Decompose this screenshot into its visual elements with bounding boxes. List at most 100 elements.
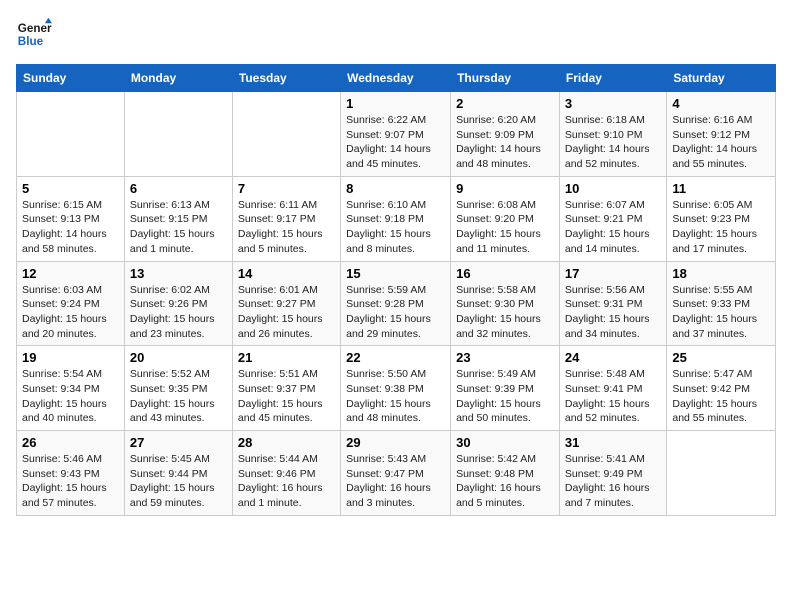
day-number: 18 [672, 266, 770, 281]
logo: General Blue [16, 16, 56, 52]
calendar-cell: 24 Sunrise: 5:48 AMSunset: 9:41 PMDayligh… [559, 346, 666, 431]
day-number: 28 [238, 435, 335, 450]
day-info: Sunrise: 5:49 AMSunset: 9:39 PMDaylight:… [456, 367, 554, 426]
calendar-cell: 23 Sunrise: 5:49 AMSunset: 9:39 PMDayligh… [451, 346, 560, 431]
weekday-friday: Friday [559, 65, 666, 92]
day-info: Sunrise: 5:56 AMSunset: 9:31 PMDaylight:… [565, 283, 661, 342]
day-number: 7 [238, 181, 335, 196]
calendar-table: SundayMondayTuesdayWednesdayThursdayFrid… [16, 64, 776, 516]
day-number: 20 [130, 350, 227, 365]
calendar-cell: 8Sunrise: 6:10 AMSunset: 9:18 PMDaylight… [341, 176, 451, 261]
calendar-cell: 21 Sunrise: 5:51 AMSunset: 9:37 PMDayligh… [232, 346, 340, 431]
calendar-cell: 2Sunrise: 6:20 AMSunset: 9:09 PMDaylight… [451, 92, 560, 177]
day-info: Sunrise: 6:13 AMSunset: 9:15 PMDaylight:… [130, 198, 227, 257]
calendar-cell: 17 Sunrise: 5:56 AMSunset: 9:31 PMDayligh… [559, 261, 666, 346]
day-number: 9 [456, 181, 554, 196]
calendar-cell: 15 Sunrise: 5:59 AMSunset: 9:28 PMDayligh… [341, 261, 451, 346]
day-info: Sunrise: 5:41 AMSunset: 9:49 PMDaylight:… [565, 452, 661, 511]
day-info: Sunrise: 6:11 AMSunset: 9:17 PMDaylight:… [238, 198, 335, 257]
weekday-monday: Monday [124, 65, 232, 92]
page-header: General Blue [16, 16, 776, 52]
calendar-cell [17, 92, 125, 177]
day-number: 13 [130, 266, 227, 281]
day-number: 29 [346, 435, 445, 450]
day-info: Sunrise: 5:43 AMSunset: 9:47 PMDaylight:… [346, 452, 445, 511]
calendar-cell: 18 Sunrise: 5:55 AMSunset: 9:33 PMDayligh… [667, 261, 776, 346]
day-info: Sunrise: 6:08 AMSunset: 9:20 PMDaylight:… [456, 198, 554, 257]
calendar-cell: 30Sunrise: 5:42 AMSunset: 9:48 PMDayligh… [451, 431, 560, 516]
day-info: Sunrise: 6:22 AMSunset: 9:07 PMDaylight:… [346, 113, 445, 172]
day-number: 21 [238, 350, 335, 365]
day-number: 24 [565, 350, 661, 365]
calendar-cell [667, 431, 776, 516]
day-info: Sunrise: 5:58 AMSunset: 9:30 PMDaylight:… [456, 283, 554, 342]
day-info: Sunrise: 6:18 AMSunset: 9:10 PMDaylight:… [565, 113, 661, 172]
week-row-1: 1Sunrise: 6:22 AMSunset: 9:07 PMDaylight… [17, 92, 776, 177]
day-info: Sunrise: 6:01 AMSunset: 9:27 PMDaylight:… [238, 283, 335, 342]
svg-text:Blue: Blue [18, 35, 44, 48]
day-info: Sunrise: 5:48 AMSunset: 9:41 PMDaylight:… [565, 367, 661, 426]
calendar-cell: 1Sunrise: 6:22 AMSunset: 9:07 PMDaylight… [341, 92, 451, 177]
day-number: 31 [565, 435, 661, 450]
weekday-header-row: SundayMondayTuesdayWednesdayThursdayFrid… [17, 65, 776, 92]
day-number: 16 [456, 266, 554, 281]
day-info: Sunrise: 5:50 AMSunset: 9:38 PMDaylight:… [346, 367, 445, 426]
calendar-cell: 28 Sunrise: 5:44 AMSunset: 9:46 PMDayligh… [232, 431, 340, 516]
day-info: Sunrise: 6:03 AMSunset: 9:24 PMDaylight:… [22, 283, 119, 342]
calendar-body: 1Sunrise: 6:22 AMSunset: 9:07 PMDaylight… [17, 92, 776, 516]
calendar-cell: 11 Sunrise: 6:05 AMSunset: 9:23 PMDayligh… [667, 176, 776, 261]
day-info: Sunrise: 5:44 AMSunset: 9:46 PMDaylight:… [238, 452, 335, 511]
week-row-3: 12 Sunrise: 6:03 AMSunset: 9:24 PMDayligh… [17, 261, 776, 346]
calendar-cell: 12 Sunrise: 6:03 AMSunset: 9:24 PMDayligh… [17, 261, 125, 346]
week-row-4: 19Sunrise: 5:54 AMSunset: 9:34 PMDayligh… [17, 346, 776, 431]
day-number: 22 [346, 350, 445, 365]
day-info: Sunrise: 5:52 AMSunset: 9:35 PMDaylight:… [130, 367, 227, 426]
day-number: 2 [456, 96, 554, 111]
day-number: 15 [346, 266, 445, 281]
day-number: 25 [672, 350, 770, 365]
day-number: 12 [22, 266, 119, 281]
day-info: Sunrise: 5:47 AMSunset: 9:42 PMDaylight:… [672, 367, 770, 426]
calendar-cell: 27 Sunrise: 5:45 AMSunset: 9:44 PMDayligh… [124, 431, 232, 516]
calendar-cell [124, 92, 232, 177]
day-info: Sunrise: 6:16 AMSunset: 9:12 PMDaylight:… [672, 113, 770, 172]
day-number: 11 [672, 181, 770, 196]
calendar-cell: 3 Sunrise: 6:18 AMSunset: 9:10 PMDaylight… [559, 92, 666, 177]
day-number: 23 [456, 350, 554, 365]
calendar-cell [232, 92, 340, 177]
day-info: Sunrise: 5:59 AMSunset: 9:28 PMDaylight:… [346, 283, 445, 342]
calendar-cell: 16 Sunrise: 5:58 AMSunset: 9:30 PMDayligh… [451, 261, 560, 346]
weekday-wednesday: Wednesday [341, 65, 451, 92]
weekday-tuesday: Tuesday [232, 65, 340, 92]
calendar-cell: 29 Sunrise: 5:43 AMSunset: 9:47 PMDayligh… [341, 431, 451, 516]
day-info: Sunrise: 5:51 AMSunset: 9:37 PMDaylight:… [238, 367, 335, 426]
day-info: Sunrise: 6:02 AMSunset: 9:26 PMDaylight:… [130, 283, 227, 342]
day-number: 6 [130, 181, 227, 196]
day-info: Sunrise: 6:07 AMSunset: 9:21 PMDaylight:… [565, 198, 661, 257]
day-number: 4 [672, 96, 770, 111]
calendar-cell: 4 Sunrise: 6:16 AMSunset: 9:12 PMDaylight… [667, 92, 776, 177]
day-info: Sunrise: 6:05 AMSunset: 9:23 PMDaylight:… [672, 198, 770, 257]
calendar-cell: 22 Sunrise: 5:50 AMSunset: 9:38 PMDayligh… [341, 346, 451, 431]
calendar-cell: 10Sunrise: 6:07 AMSunset: 9:21 PMDayligh… [559, 176, 666, 261]
day-info: Sunrise: 6:10 AMSunset: 9:18 PMDaylight:… [346, 198, 445, 257]
day-number: 17 [565, 266, 661, 281]
calendar-cell: 5Sunrise: 6:15 AMSunset: 9:13 PMDaylight… [17, 176, 125, 261]
calendar-cell: 9 Sunrise: 6:08 AMSunset: 9:20 PMDaylight… [451, 176, 560, 261]
calendar-cell: 19Sunrise: 5:54 AMSunset: 9:34 PMDayligh… [17, 346, 125, 431]
day-number: 30 [456, 435, 554, 450]
week-row-2: 5Sunrise: 6:15 AMSunset: 9:13 PMDaylight… [17, 176, 776, 261]
day-info: Sunrise: 5:46 AMSunset: 9:43 PMDaylight:… [22, 452, 119, 511]
svg-text:General: General [18, 22, 52, 35]
weekday-saturday: Saturday [667, 65, 776, 92]
day-number: 3 [565, 96, 661, 111]
day-number: 14 [238, 266, 335, 281]
day-info: Sunrise: 5:55 AMSunset: 9:33 PMDaylight:… [672, 283, 770, 342]
calendar-cell: 13 Sunrise: 6:02 AMSunset: 9:26 PMDayligh… [124, 261, 232, 346]
logo-icon: General Blue [16, 16, 52, 52]
day-info: Sunrise: 5:45 AMSunset: 9:44 PMDaylight:… [130, 452, 227, 511]
day-number: 26 [22, 435, 119, 450]
calendar-cell: 25 Sunrise: 5:47 AMSunset: 9:42 PMDayligh… [667, 346, 776, 431]
day-number: 27 [130, 435, 227, 450]
calendar-cell: 6 Sunrise: 6:13 AMSunset: 9:15 PMDaylight… [124, 176, 232, 261]
